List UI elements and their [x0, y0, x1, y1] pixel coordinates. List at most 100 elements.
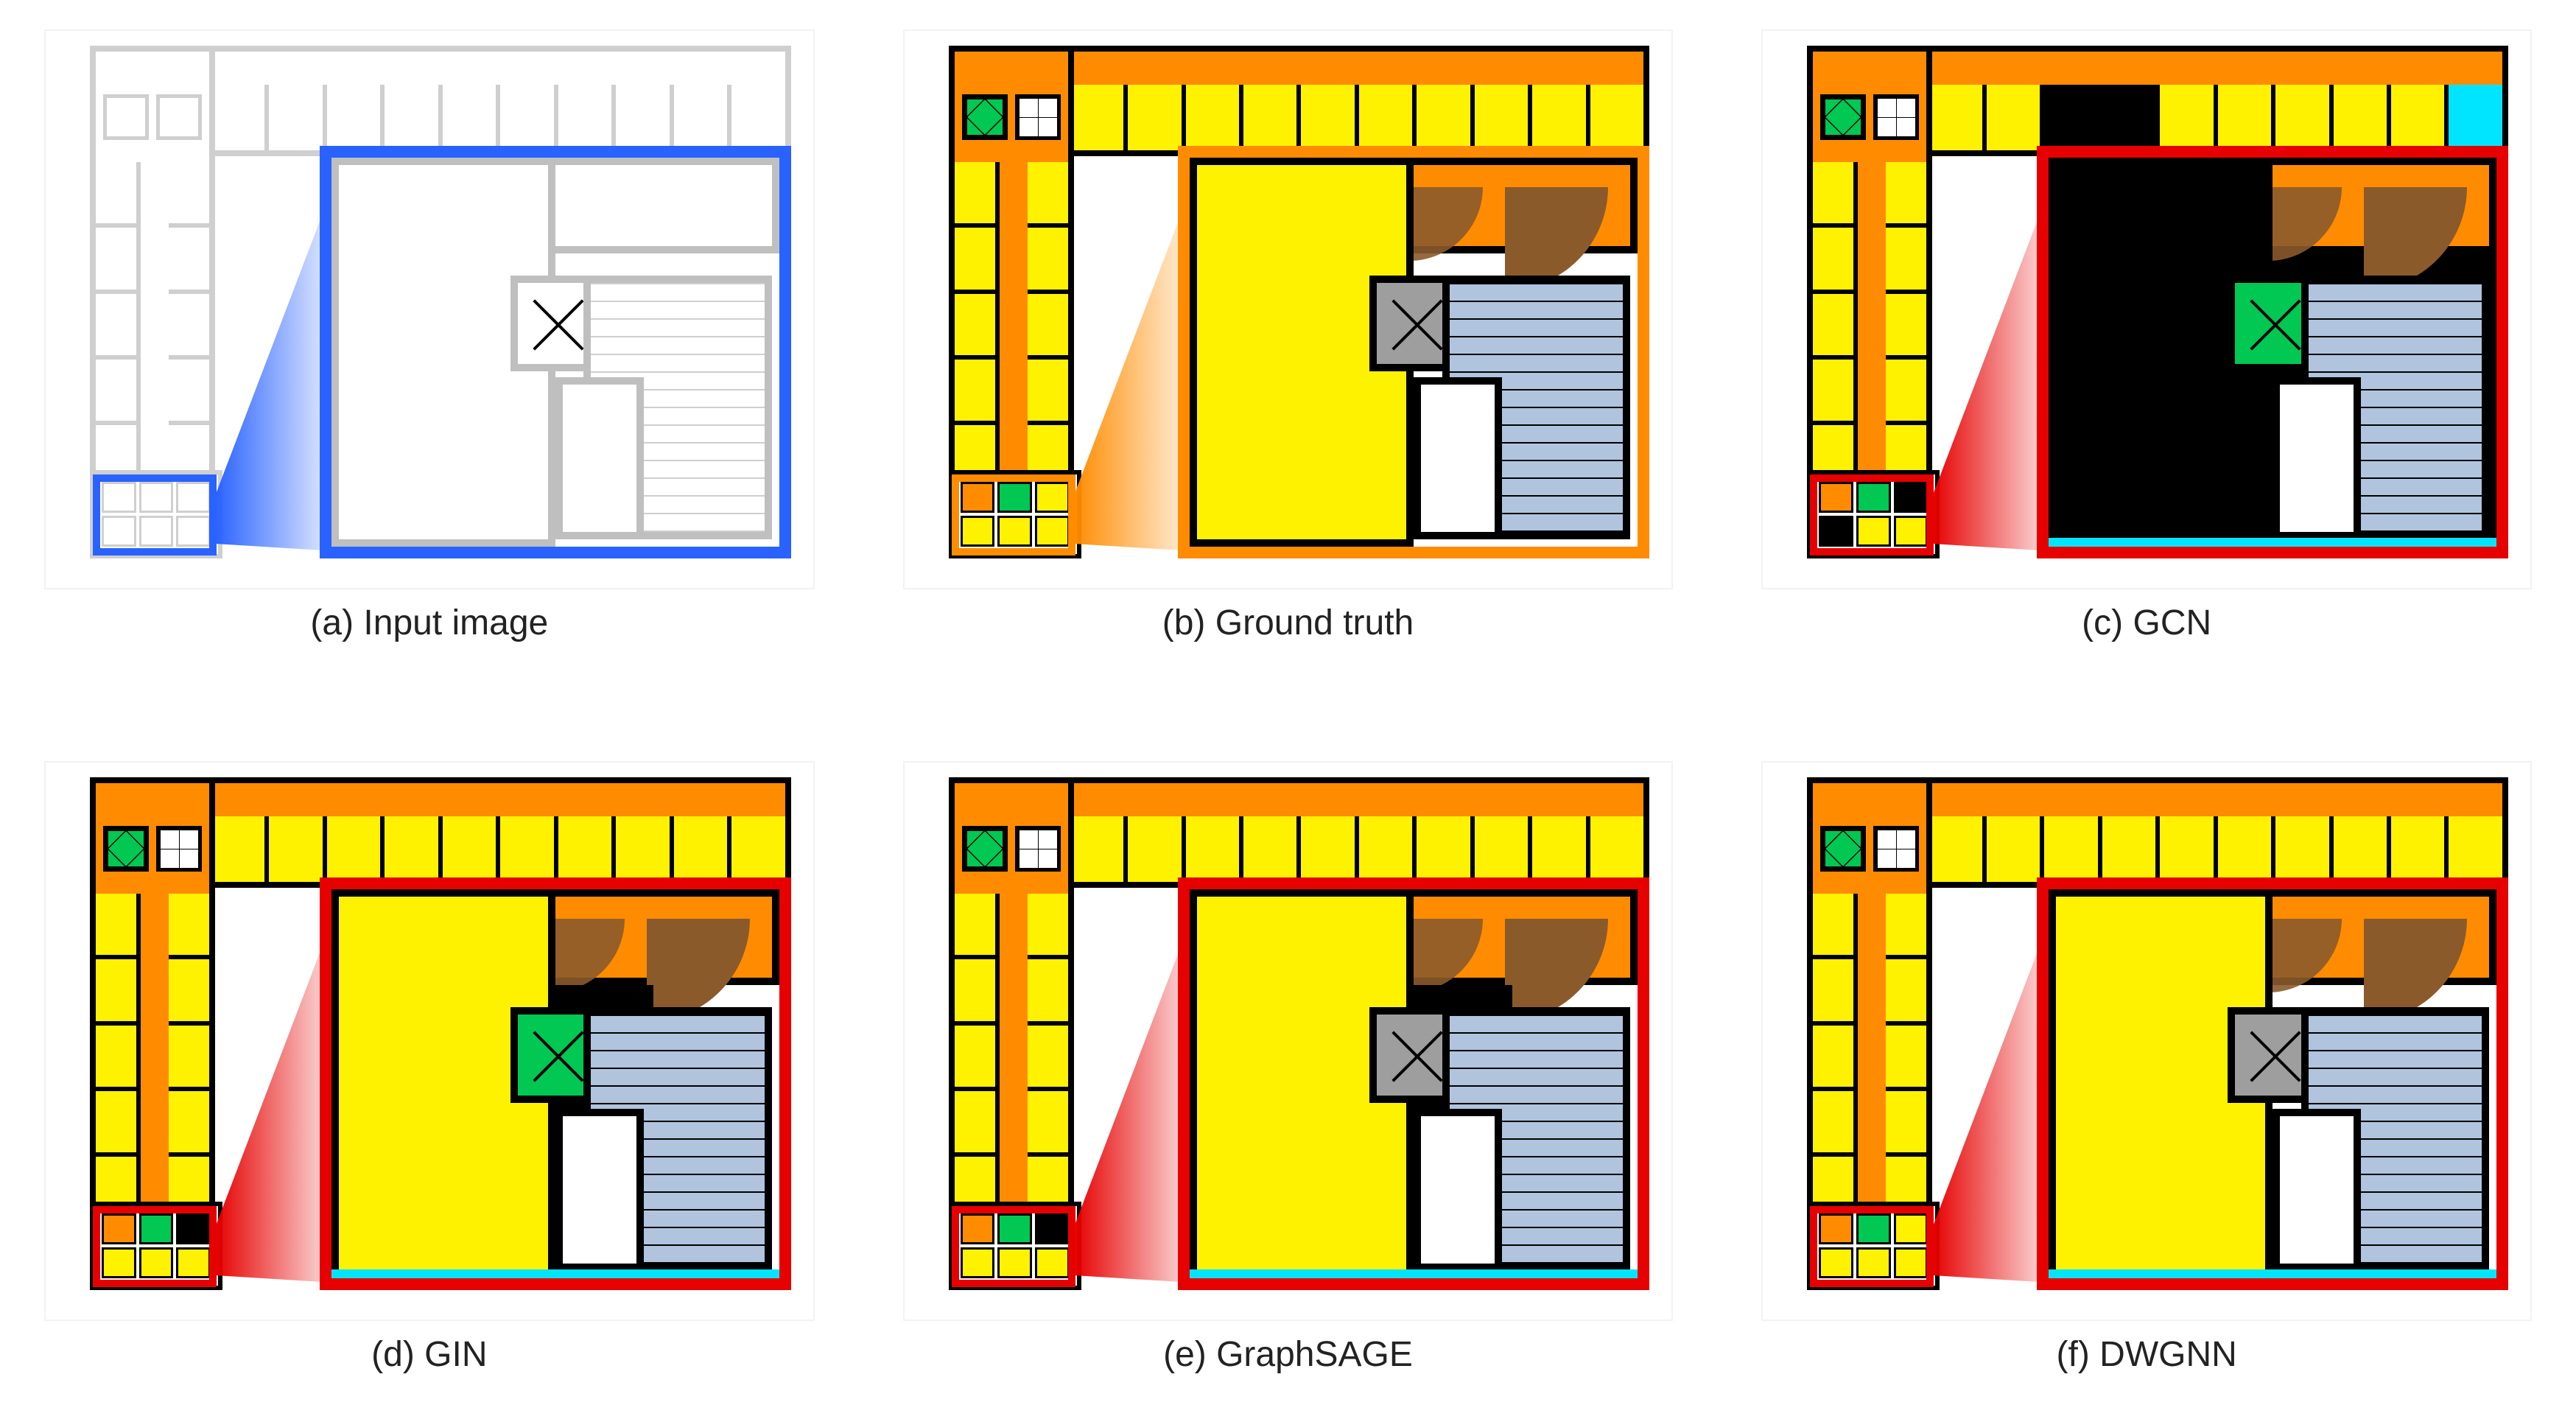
caption-d: (d) GIN [371, 1334, 487, 1375]
room [1886, 162, 1926, 223]
bottom-cluster [1807, 470, 1940, 558]
inset-door [1414, 1109, 1502, 1271]
panel-f [1761, 761, 2532, 1321]
bottom-cluster [949, 470, 1081, 558]
room [2329, 85, 2387, 150]
room [496, 816, 553, 882]
room [1886, 1087, 1926, 1152]
room [1028, 894, 1068, 955]
room [96, 355, 136, 421]
room [96, 1021, 136, 1087]
room [955, 355, 995, 421]
cell-c: (c) GCN [1761, 29, 2532, 687]
room [1239, 85, 1296, 150]
room [2387, 85, 2444, 150]
room [2040, 816, 2097, 882]
room [2271, 85, 2328, 150]
window-grid [1015, 826, 1061, 872]
room [496, 85, 553, 150]
caption-a: (a) Input image [310, 603, 548, 643]
panel-d-wrap [44, 761, 815, 1321]
room [1886, 355, 1926, 421]
room [2271, 816, 2328, 882]
room [1066, 85, 1123, 150]
room [955, 223, 995, 289]
room [323, 85, 380, 150]
room [1028, 955, 1068, 1020]
room [438, 816, 496, 882]
room [1586, 85, 1643, 150]
core [955, 52, 1068, 167]
room [1586, 816, 1643, 882]
inset-cyan-strip [331, 1269, 779, 1278]
room-misclass [2040, 85, 2097, 150]
room [670, 85, 727, 150]
room [611, 85, 669, 150]
room [2444, 816, 2502, 882]
room [380, 85, 438, 150]
cell-a: (a) Input image [44, 29, 815, 687]
room [169, 1087, 209, 1152]
room [2214, 85, 2271, 150]
zoom-inset-d [320, 877, 791, 1290]
bottom-cluster [1807, 1202, 1940, 1290]
room [1813, 223, 1853, 289]
cell-b: (b) Ground truth [903, 29, 1674, 687]
room [1528, 85, 1585, 150]
grid: (a) Input image [44, 29, 2532, 1419]
caption-e: (e) GraphSAGE [1163, 1334, 1413, 1375]
inset-cyan-strip [2049, 538, 2496, 547]
inset-door [1414, 377, 1502, 539]
elevator-icon [1820, 826, 1866, 872]
panel-c-wrap [1761, 29, 2532, 589]
room [1528, 816, 1585, 882]
room [955, 894, 995, 955]
zoom-inset-b [1178, 146, 1649, 558]
room [1813, 162, 1853, 223]
room [169, 290, 209, 355]
room [1982, 816, 2040, 882]
room [2155, 85, 2213, 150]
room [955, 290, 995, 355]
elevator-icon [1820, 94, 1866, 140]
caption-b: (b) Ground truth [1162, 603, 1414, 643]
room [96, 290, 136, 355]
room [1182, 816, 1239, 882]
cell-f: (f) DWGNN [1761, 761, 2532, 1419]
room [1886, 290, 1926, 355]
room [1123, 85, 1181, 150]
elevator-icon [962, 94, 1008, 140]
window-grid [156, 826, 202, 872]
inset-door [555, 377, 644, 539]
panel-a-wrap [44, 29, 815, 589]
room [1355, 85, 1412, 150]
room [1296, 85, 1354, 150]
caption-c: (c) GCN [2082, 603, 2211, 643]
room [554, 816, 611, 882]
zoom-inset-e [1178, 877, 1649, 1290]
elevator-icon [103, 826, 149, 872]
room [1813, 290, 1853, 355]
room [1813, 1021, 1853, 1087]
room [1813, 894, 1853, 955]
room [1028, 162, 1068, 223]
bottom-cluster [90, 1202, 222, 1290]
zoom-inset-f [2037, 877, 2508, 1290]
room [438, 85, 496, 150]
room [955, 162, 995, 223]
room [2098, 816, 2155, 882]
window-grid [1873, 826, 1919, 872]
room [169, 355, 209, 421]
panel-c [1761, 29, 2532, 589]
room [1982, 85, 2040, 150]
room [1886, 223, 1926, 289]
room [264, 816, 322, 882]
room [727, 816, 785, 882]
panel-b [903, 29, 1674, 589]
room [2329, 816, 2387, 882]
room [2387, 816, 2444, 882]
room [554, 85, 611, 150]
room [96, 894, 136, 955]
room [96, 1087, 136, 1152]
room [2155, 816, 2213, 882]
